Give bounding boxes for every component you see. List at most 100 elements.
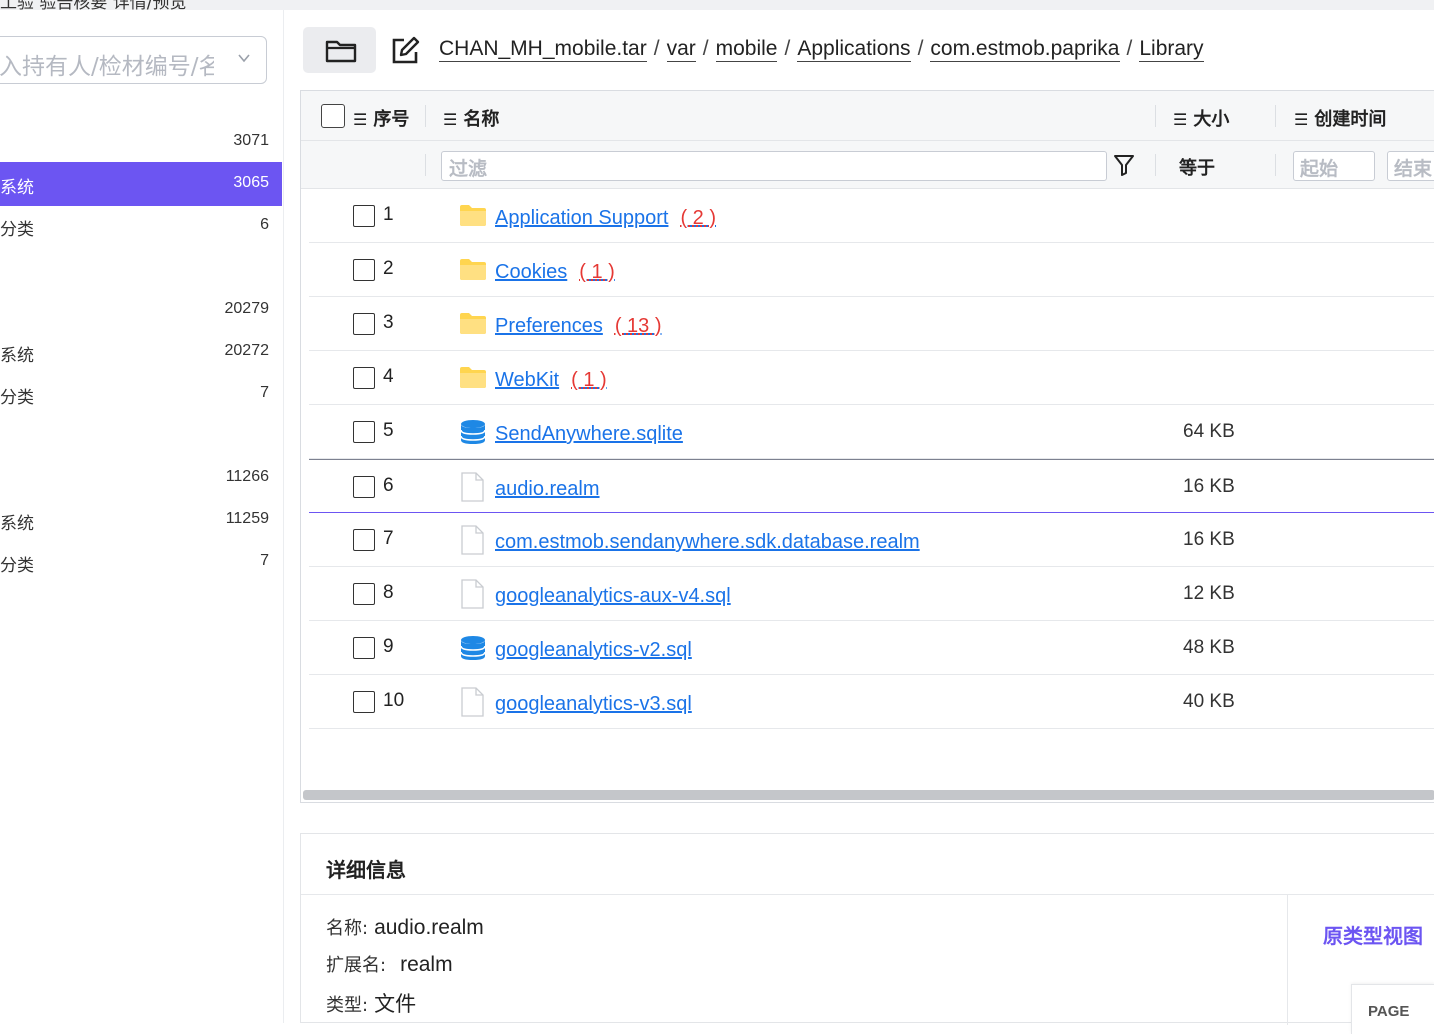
breadcrumb-item[interactable]: Library — [1139, 37, 1204, 62]
column-divider[interactable] — [425, 105, 426, 127]
sidebar-item-label: 系统 — [0, 178, 34, 198]
file-name-link[interactable]: Cookies ( 1 ) — [495, 261, 615, 284]
holder-search-select[interactable]: 入持有人/检材编号/名 — [0, 36, 267, 84]
file-name-link[interactable]: Preferences ( 13 ) — [495, 315, 662, 338]
sidebar-item[interactable]: 分类 6 — [0, 204, 282, 248]
sidebar-item[interactable]: 系统 20272 — [0, 330, 282, 374]
row-index: 2 — [383, 258, 394, 279]
table-row[interactable]: 2 Cookies ( 1 ) — [309, 243, 1434, 297]
table-row[interactable]: 1 Application Support ( 2 ) — [309, 189, 1434, 243]
table-row[interactable]: 8 googleanalytics-aux-v4.sql 12 KB — [309, 567, 1434, 621]
file-name-link[interactable]: Application Support ( 2 ) — [495, 207, 716, 230]
table-row[interactable]: 4 WebKit ( 1 ) — [309, 351, 1434, 405]
sidebar-item[interactable]: 系统 3065 — [0, 162, 282, 206]
table-row[interactable]: 6 audio.realm 16 KB — [309, 459, 1434, 513]
sidebar-item[interactable]: 系统 11259 — [0, 498, 282, 542]
file-size: 40 KB — [1183, 691, 1235, 712]
breadcrumb-item[interactable]: var — [666, 37, 696, 62]
search-placeholder: 入持有人/检材编号/名 — [0, 54, 214, 80]
row-checkbox[interactable] — [353, 313, 375, 335]
created-end-input[interactable]: 结束 — [1387, 151, 1434, 181]
header-created-label: 创建时间 — [1314, 109, 1387, 130]
sidebar-item-count: 3071 — [233, 132, 269, 149]
horizontal-scrollbar[interactable] — [303, 790, 1434, 800]
select-all-checkbox[interactable] — [321, 104, 345, 128]
file-name-link[interactable]: audio.realm — [495, 478, 600, 501]
raw-type-view-link[interactable]: 原类型视图 — [1323, 920, 1423, 949]
breadcrumb-item[interactable]: CHAN_MH_mobile.tar — [439, 37, 647, 62]
created-start-input[interactable]: 起始 — [1293, 151, 1375, 181]
file-name-text: SendAnywhere.sqlite — [495, 423, 683, 445]
top-breadcrumb-strip: 工验 验告核要 详情/预览 — [0, 0, 1434, 10]
page-tab[interactable]: PAGE — [1351, 984, 1434, 1034]
breadcrumb-item[interactable]: Applications — [797, 37, 911, 62]
header-created[interactable]: ☰ 创建时间 — [1294, 105, 1386, 131]
row-index: 10 — [383, 690, 405, 711]
file-name-link[interactable]: SendAnywhere.sqlite — [495, 423, 683, 446]
header-size[interactable]: ☰ 大小 — [1173, 105, 1229, 131]
table-row[interactable]: 7 com.estmob.sendanywhere.sdk.database.re… — [309, 513, 1434, 567]
row-checkbox[interactable] — [353, 476, 375, 498]
row-checkbox[interactable] — [353, 205, 375, 227]
item-count-badge: ( 1 ) — [579, 261, 615, 283]
breadcrumb-separator: / — [653, 37, 660, 60]
filter-icon[interactable] — [1113, 153, 1135, 177]
file-name-link[interactable]: googleanalytics-aux-v4.sql — [495, 585, 731, 608]
column-divider[interactable] — [1275, 105, 1276, 127]
file-name-link[interactable]: googleanalytics-v2.sql — [495, 639, 692, 662]
sidebar-item-label: 分类 — [0, 556, 34, 576]
row-checkbox[interactable] — [353, 529, 375, 551]
breadcrumb-separator: / — [1126, 37, 1133, 60]
sidebar-item[interactable]: 分类 7 — [0, 540, 282, 584]
row-checkbox[interactable] — [353, 259, 375, 281]
header-name[interactable]: ☰ 名称 — [443, 105, 499, 131]
column-divider[interactable] — [1155, 105, 1156, 127]
column-menu-icon: ☰ — [443, 110, 458, 129]
table-row[interactable]: 3 Preferences ( 13 ) — [309, 297, 1434, 351]
breadcrumb-separator: / — [917, 37, 924, 60]
table-header: ☰ 序号 ☰ 名称 ☰ 大小 ☰ 创建时间 — [301, 91, 1434, 141]
sidebar-item-label: 分类 — [0, 388, 34, 408]
breadcrumb: CHAN_MH_mobile.tar / var / mobile / Applicatio… — [439, 37, 1204, 62]
row-checkbox[interactable] — [353, 421, 375, 443]
path-bar: CHAN_MH_mobile.tar / var / mobile / Applicatio… — [300, 22, 1434, 82]
sidebar-item[interactable]: 20279 — [0, 288, 282, 332]
row-index: 4 — [383, 366, 394, 387]
row-checkbox[interactable] — [353, 637, 375, 659]
detail-type-label: 类型: — [326, 995, 369, 1016]
divider — [301, 894, 1434, 895]
table-row[interactable]: 9 googleanalytics-v2.sql 48 KB — [309, 621, 1434, 675]
file-name-link[interactable]: googleanalytics-v3.sql — [495, 693, 692, 716]
table-row[interactable]: 5 SendAnywhere.sqlite 64 KB — [309, 405, 1434, 459]
file-name-text: googleanalytics-aux-v4.sql — [495, 585, 731, 607]
header-name-label: 名称 — [463, 109, 500, 130]
name-filter-input[interactable]: 过滤 — [441, 151, 1107, 181]
header-index[interactable]: ☰ 序号 — [353, 105, 409, 131]
breadcrumb-item[interactable]: com.estmob.paprika — [930, 37, 1120, 62]
column-divider — [1275, 154, 1276, 176]
sidebar-item[interactable]: 11266 — [0, 456, 282, 500]
sidebar: 入持有人/检材编号/名 3071 系统 3065 分类 6 20279 系统 20272 分类 7… — [0, 10, 284, 1023]
breadcrumb-item[interactable]: mobile — [715, 37, 778, 62]
folder-view-button[interactable] — [303, 27, 376, 73]
folder-icon — [459, 311, 487, 340]
file-name-text: WebKit — [495, 369, 560, 391]
row-checkbox[interactable] — [353, 691, 375, 713]
sidebar-item[interactable]: 3071 — [0, 120, 282, 164]
sidebar-item[interactable]: 分类 7 — [0, 372, 282, 416]
edit-path-icon[interactable] — [390, 36, 420, 66]
row-checkbox[interactable] — [353, 583, 375, 605]
filter-placeholder: 过滤 — [449, 158, 488, 180]
file-size: 48 KB — [1183, 637, 1235, 658]
file-name-link[interactable]: com.estmob.sendanywhere.sdk.database.rea… — [495, 531, 920, 554]
column-divider — [1155, 154, 1156, 176]
table-row[interactable]: 10 googleanalytics-v3.sql 40 KB — [309, 675, 1434, 729]
file-name-link[interactable]: WebKit ( 1 ) — [495, 369, 607, 392]
column-menu-icon: ☰ — [1173, 110, 1188, 129]
database-icon — [459, 419, 487, 450]
sidebar-item-label: 分类 — [0, 220, 34, 240]
sidebar-item-count: 7 — [260, 384, 269, 401]
size-operator-select[interactable]: 等于 — [1179, 154, 1215, 180]
header-index-label: 序号 — [373, 109, 410, 130]
row-checkbox[interactable] — [353, 367, 375, 389]
